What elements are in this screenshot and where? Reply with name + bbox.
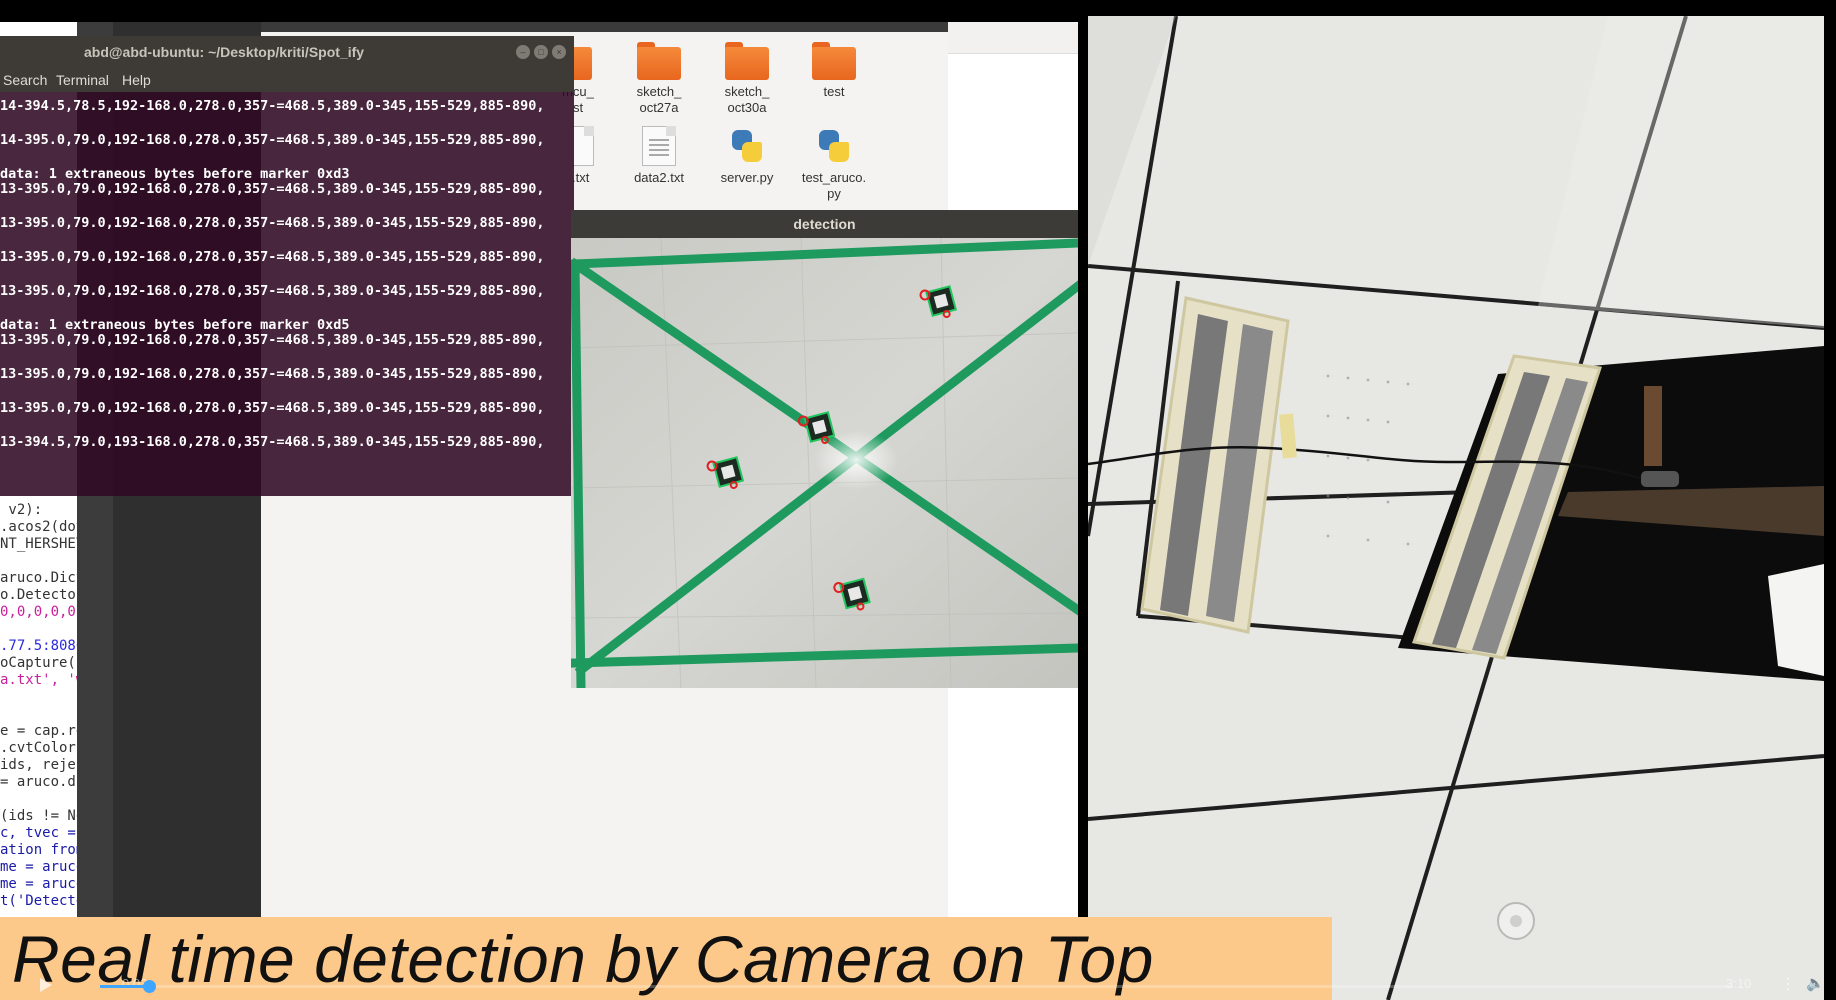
terminal-line: 13-395.0,79.0,192-168.0,278.0,357-=468.5… bbox=[0, 366, 545, 382]
detection-camera-view bbox=[571, 238, 1078, 688]
terminal-window[interactable]: abd@abd-ubuntu: ~/Desktop/kriti/Spot_ify… bbox=[0, 36, 574, 496]
terminal-line: 13-394.5,79.0,193-168.0,278.0,357-=468.5… bbox=[0, 434, 545, 450]
terminal-line: 13-395.0,79.0,192-168.0,278.0,357-=468.5… bbox=[0, 400, 545, 416]
code-line: oCapture(1 bbox=[0, 655, 77, 671]
file-item-sketch-oct27a[interactable]: sketch_ oct27a bbox=[617, 42, 701, 116]
folder-icon bbox=[637, 42, 681, 80]
file-label: sketch_ oct30a bbox=[724, 84, 770, 115]
file-item-test[interactable]: test bbox=[792, 42, 876, 100]
terminal-line: 14-394.5,78.5,192-168.0,278.0,357-=468.5… bbox=[0, 98, 545, 114]
file-manager-top-border bbox=[261, 22, 948, 32]
code-lines: v2): .acos2(dot NT_HERSHEY aruco.Dict o.Det… bbox=[0, 502, 77, 910]
terminal-line: 13-395.0,79.0,192-168.0,278.0,357-=468.5… bbox=[0, 181, 545, 197]
file-label: .txt bbox=[572, 170, 590, 185]
detection-titlebar[interactable]: detection bbox=[571, 210, 1078, 238]
terminal-line: 13-395.0,79.0,192-168.0,278.0,357-=468.5… bbox=[0, 215, 545, 231]
terminal-title: abd@abd-ubuntu: ~/Desktop/kriti/Spot_ify bbox=[84, 44, 365, 60]
code-line: v2): bbox=[0, 502, 43, 518]
ceiling-post bbox=[1644, 386, 1662, 466]
terminal-line: 13-395.0,79.0,192-168.0,278.0,357-=468.5… bbox=[0, 332, 545, 348]
detection-window[interactable]: detection bbox=[571, 210, 1078, 688]
code-line: .acos2(dot bbox=[0, 519, 77, 535]
code-line: 0,0,0,0,0] bbox=[0, 604, 77, 620]
code-line: me = aruco bbox=[0, 876, 77, 892]
code-line: .cvtColor( bbox=[0, 740, 77, 756]
file-item-server-py[interactable]: server.py bbox=[705, 126, 789, 186]
code-line: .77.5:8080 bbox=[0, 638, 77, 654]
video-player-controls: 0:03 3:10 ⋮ 🔈 bbox=[0, 968, 1836, 1000]
light-glare bbox=[814, 430, 898, 490]
ceiling-camera-view bbox=[1088, 16, 1824, 1000]
terminal-line: 13-395.0,79.0,192-168.0,278.0,357-=468.5… bbox=[0, 283, 545, 299]
smoke-detector-center bbox=[1510, 915, 1522, 927]
more-icon[interactable]: ⋮ bbox=[1780, 974, 1796, 993]
menu-help[interactable]: Help bbox=[122, 68, 151, 92]
code-line: ids, rejec bbox=[0, 757, 77, 773]
minimize-icon[interactable]: – bbox=[516, 45, 530, 59]
code-line: (ids != No bbox=[0, 808, 77, 824]
progress-knob[interactable] bbox=[143, 980, 156, 993]
code-line: NT_HERSHEY bbox=[0, 536, 77, 552]
terminal-line: 14-395.0,79.0,192-168.0,278.0,357-=468.5… bbox=[0, 132, 545, 148]
folder-icon bbox=[725, 42, 769, 80]
code-line: me = aruco bbox=[0, 859, 77, 875]
progress-track[interactable] bbox=[100, 985, 1732, 988]
menu-terminal[interactable]: Terminal bbox=[56, 68, 109, 92]
file-item-sketch-oct30a[interactable]: sketch_ oct30a bbox=[705, 42, 789, 116]
code-line: a.txt', 'w bbox=[0, 672, 77, 688]
background-window-bar bbox=[948, 22, 1078, 54]
file-item-test-aruco-py[interactable]: test_aruco. py bbox=[792, 126, 876, 202]
play-icon[interactable] bbox=[40, 978, 52, 992]
terminal-line: 13-395.0,79.0,192-168.0,278.0,357-=468.5… bbox=[0, 249, 545, 265]
file-label: test_aruco. py bbox=[801, 170, 867, 201]
close-icon[interactable]: × bbox=[552, 45, 566, 59]
code-line: aruco.Dict bbox=[0, 570, 77, 586]
file-label: sketch_ oct27a bbox=[636, 84, 682, 115]
code-line: c, tvec = bbox=[0, 825, 76, 841]
terminal-titlebar[interactable]: abd@abd-ubuntu: ~/Desktop/kriti/Spot_ify… bbox=[0, 36, 574, 68]
text-file-icon bbox=[642, 126, 676, 166]
text-file-icon bbox=[572, 126, 594, 166]
file-item-data2[interactable]: data2.txt bbox=[617, 126, 701, 186]
code-line: t('Detecte bbox=[0, 893, 77, 909]
video-frame: v2): .acos2(dot NT_HERSHEY aruco.Dict o.Det… bbox=[0, 0, 1836, 1000]
code-line: = aruco.dr bbox=[0, 774, 77, 790]
code-line: o.Detector bbox=[0, 587, 77, 603]
terminal-menubar: Search Terminal Help bbox=[0, 68, 574, 92]
volume-icon[interactable]: 🔈 bbox=[1806, 974, 1825, 992]
time-total: 3:10 bbox=[1726, 976, 1752, 991]
python-file-icon bbox=[815, 126, 853, 166]
file-item-txt[interactable]: .txt bbox=[572, 126, 622, 186]
file-label: server.py bbox=[720, 170, 774, 185]
code-line: ation from bbox=[0, 842, 77, 858]
maximize-icon[interactable]: □ bbox=[534, 45, 548, 59]
file-label: data2.txt bbox=[634, 170, 684, 185]
menu-search[interactable]: Search bbox=[3, 68, 47, 92]
code-line: e = cap.re bbox=[0, 723, 77, 739]
python-file-icon bbox=[728, 126, 766, 166]
camera-body bbox=[1641, 471, 1679, 487]
file-label: test bbox=[823, 84, 845, 99]
progress-fill bbox=[100, 985, 149, 988]
folder-icon bbox=[812, 42, 856, 80]
